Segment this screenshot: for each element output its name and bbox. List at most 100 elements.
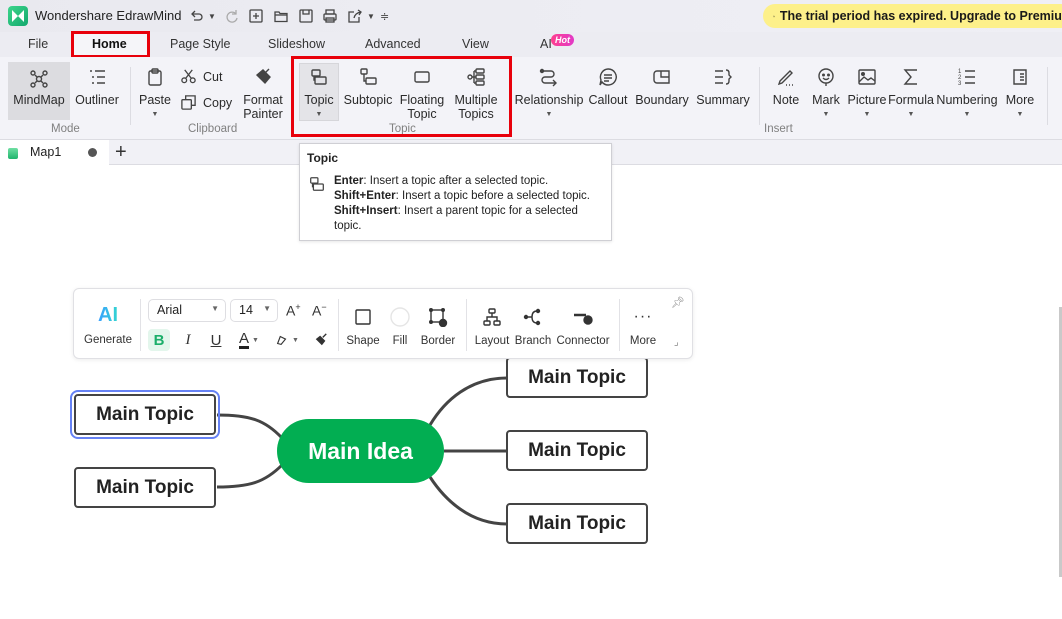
copy-button[interactable]: Copy (180, 94, 232, 111)
more-insert-button[interactable]: More ▼ (1003, 57, 1037, 118)
highlight-button[interactable]: ▼ (274, 329, 300, 351)
new-icon[interactable] (248, 7, 264, 25)
shape-button[interactable]: Shape (344, 305, 382, 347)
tab-advanced[interactable]: Advanced (365, 37, 421, 51)
layout-label: Layout (474, 335, 510, 347)
tab-slideshow[interactable]: Slideshow (268, 37, 325, 51)
underline-button[interactable]: U (208, 329, 224, 351)
font-color-button[interactable]: A ▼ (236, 329, 262, 351)
numbering-button[interactable]: 123 Numbering ▼ (936, 57, 998, 118)
callout-icon (598, 66, 618, 88)
pin-icon[interactable]: 📌︎ (671, 296, 685, 309)
cut-button[interactable]: Cut (180, 68, 222, 85)
mark-button[interactable]: Mark ▼ (810, 57, 842, 118)
floating-format-toolbar: AI Generate Arial ▼ 14 ▼ A+ A− B I U A ▼ … (73, 288, 693, 359)
formula-dropdown-icon[interactable]: ▼ (908, 111, 915, 118)
tab-file[interactable]: File (28, 37, 48, 51)
divider (338, 299, 339, 351)
format-painter-button[interactable]: Format Painter (242, 57, 284, 121)
mark-dropdown-icon[interactable]: ▼ (823, 111, 830, 118)
export-icon[interactable] (347, 7, 363, 25)
more-button[interactable]: ··· More (626, 305, 660, 347)
main-topic-left-2[interactable]: Main Topic (74, 467, 216, 508)
customize-toolbar-icon[interactable]: ≑ (380, 7, 389, 25)
relationship-button[interactable]: Relationship ▼ (515, 57, 583, 118)
resize-handle-icon[interactable]: ⌟ (674, 337, 679, 348)
bold-button[interactable]: B (148, 329, 170, 351)
outliner-mode-button[interactable]: Outliner (74, 57, 120, 107)
doc-tab-map1[interactable]: Map1 (0, 140, 109, 165)
topic-tooltip: Topic Enter: Insert a topic after a sele… (299, 143, 612, 241)
increase-font-size-button[interactable]: A+ (286, 302, 301, 319)
divider (140, 299, 141, 351)
numbering-icon: 123 (957, 66, 977, 88)
trial-banner[interactable]: The trial period has expired. Upgrade to… (763, 4, 1062, 28)
format-painter-icon[interactable] (312, 329, 330, 351)
redo-icon[interactable] (224, 7, 240, 25)
more-insert-dropdown-icon[interactable]: ▼ (1017, 111, 1024, 118)
paste-dropdown-icon[interactable]: ▼ (152, 111, 159, 118)
open-folder-icon[interactable] (273, 7, 289, 25)
fill-circle-icon (390, 305, 410, 329)
layout-button[interactable]: Layout (472, 305, 512, 347)
boundary-icon (652, 66, 672, 88)
note-label: Note (772, 93, 800, 107)
ai-generate-button[interactable]: AI Generate (82, 303, 134, 347)
topic-group-highlight (291, 56, 512, 137)
numbering-dropdown-icon[interactable]: ▼ (964, 111, 971, 118)
mindmap-file-icon (8, 148, 18, 159)
clipboard-group-label: Clipboard (188, 123, 238, 135)
connector-button[interactable]: Connector (555, 305, 611, 347)
tab-view[interactable]: View (462, 37, 489, 51)
chevron-down-icon: ▼ (263, 304, 271, 313)
main-topic-right-1[interactable]: Main Topic (506, 357, 648, 398)
boundary-label: Boundary (635, 93, 689, 107)
divider (619, 299, 620, 351)
tooltip-title: Topic (307, 151, 339, 165)
mindmap-mode-button[interactable]: MindMap (8, 62, 70, 120)
undo-dropdown-icon[interactable]: ▼ (208, 7, 216, 25)
note-button[interactable]: Note (770, 57, 802, 107)
relationship-icon (539, 66, 559, 88)
picture-icon (857, 66, 877, 88)
paste-button[interactable]: Paste ▼ (138, 57, 172, 118)
paste-icon (145, 66, 165, 88)
doc-tab-name: Map1 (30, 145, 62, 159)
unsaved-indicator[interactable] (88, 148, 97, 157)
central-topic-main-idea[interactable]: Main Idea (277, 419, 444, 483)
layout-icon (482, 305, 502, 329)
font-family-select[interactable]: Arial ▼ (148, 299, 226, 322)
topic-icon (308, 175, 326, 196)
italic-button[interactable]: I (180, 329, 196, 351)
save-icon[interactable] (298, 7, 314, 25)
add-tab-button[interactable]: + (115, 141, 127, 163)
main-topic-right-3[interactable]: Main Topic (506, 503, 648, 544)
summary-icon (713, 66, 733, 88)
summary-button[interactable]: Summary (696, 57, 750, 107)
relationship-dropdown-icon[interactable]: ▼ (546, 111, 553, 118)
fill-button[interactable]: Fill (387, 305, 413, 347)
border-icon (428, 305, 448, 329)
branch-button[interactable]: Branch (514, 305, 552, 347)
picture-dropdown-icon[interactable]: ▼ (864, 111, 871, 118)
border-button[interactable]: Border (418, 305, 458, 347)
mode-group-label: Mode (51, 123, 80, 135)
print-icon[interactable] (322, 7, 338, 25)
formula-button[interactable]: Formula ▼ (888, 57, 934, 118)
divider (466, 299, 467, 351)
main-topic-right-2[interactable]: Main Topic (506, 430, 648, 471)
undo-icon[interactable] (189, 7, 205, 25)
boundary-button[interactable]: Boundary (635, 57, 689, 107)
font-size-select[interactable]: 14 ▼ (230, 299, 278, 322)
cut-label: Cut (203, 69, 223, 84)
tab-home[interactable]: Home (92, 37, 127, 51)
tab-page-style[interactable]: Page Style (170, 37, 230, 51)
export-dropdown-icon[interactable]: ▼ (367, 7, 375, 25)
border-label: Border (420, 335, 456, 347)
paste-label: Paste (139, 93, 171, 107)
picture-button[interactable]: Picture ▼ (847, 57, 887, 118)
decrease-font-size-button[interactable]: A− (312, 302, 327, 319)
callout-button[interactable]: Callout (588, 57, 628, 107)
formula-label: Formula (888, 93, 934, 107)
main-topic-left-1[interactable]: Main Topic (70, 390, 220, 439)
